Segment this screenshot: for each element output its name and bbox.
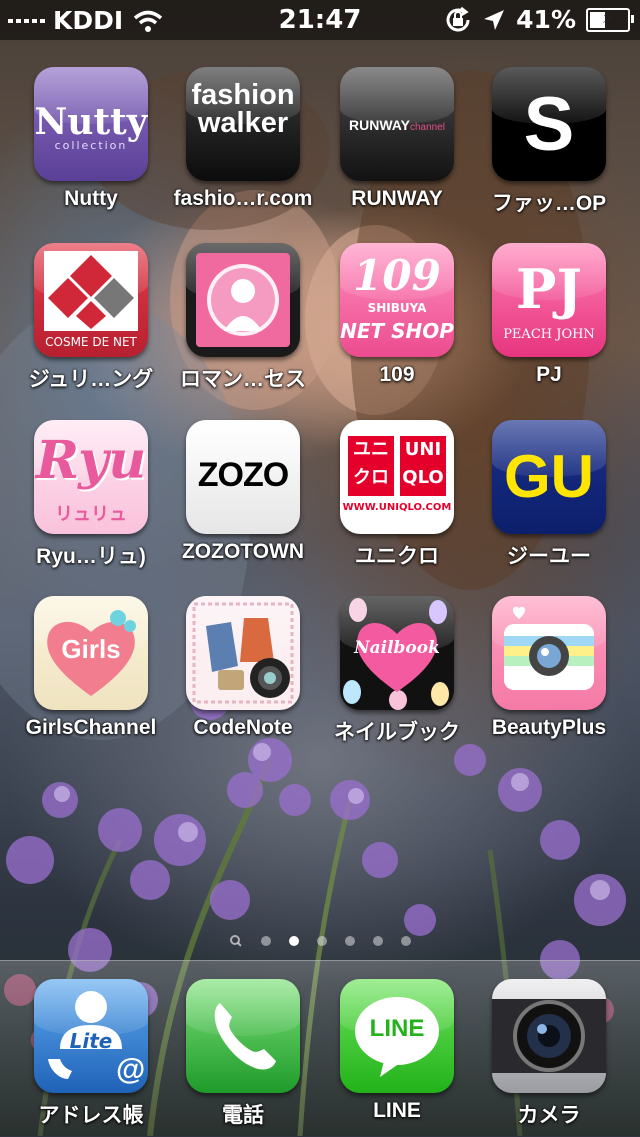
diamond-logo-icon bbox=[48, 255, 134, 329]
app-romance-princess[interactable]: ロマン…セス bbox=[167, 243, 319, 393]
app-label: Nutty bbox=[64, 187, 118, 210]
girlschannel-app-icon: Girls bbox=[34, 596, 148, 710]
app-label: ユニクロ bbox=[355, 545, 439, 568]
app-label: ファッ…OP bbox=[491, 192, 607, 215]
app-label: ジーユー bbox=[507, 545, 591, 568]
app-fashion-shop[interactable]: S ファッ…OP bbox=[473, 67, 625, 217]
outfit-camera-icon bbox=[192, 602, 294, 704]
peach-john-app-icon: PJ PEACH JOHN bbox=[492, 243, 606, 357]
codenote-app-icon bbox=[186, 596, 300, 710]
app-label: ロマン…セス bbox=[180, 368, 306, 391]
ryuryu-app-icon: Ryu リュリュ bbox=[34, 420, 148, 534]
battery-icon: ⚡ bbox=[586, 6, 634, 32]
gu-app-icon: GU bbox=[492, 420, 606, 534]
app-cosme-de-net[interactable]: COSME DE NET ジュリ…ング bbox=[15, 243, 167, 393]
camera-lens-icon bbox=[492, 999, 606, 1073]
phone-app-icon bbox=[186, 979, 300, 1093]
page-indicator[interactable] bbox=[0, 934, 640, 950]
spotlight-search-icon[interactable] bbox=[229, 934, 243, 948]
shibuya109-app-icon: 109 SHIBUYA NET SHOP bbox=[340, 243, 454, 357]
camera-app-icon bbox=[492, 979, 606, 1093]
dock-app-address-book[interactable]: @ Lite アドレス帳 bbox=[15, 979, 167, 1129]
page-dot[interactable] bbox=[261, 936, 271, 946]
app-label: LINE bbox=[373, 1099, 421, 1122]
beautyplus-app-icon bbox=[492, 596, 606, 710]
romance-princess-app-icon bbox=[186, 243, 300, 357]
app-peach-john[interactable]: PJ PEACH JOHN PJ bbox=[473, 243, 625, 387]
app-label: 電話 bbox=[222, 1104, 264, 1127]
app-gu[interactable]: GU ジーユー bbox=[473, 420, 625, 570]
dock-app-phone[interactable]: 電話 bbox=[167, 979, 319, 1129]
app-ryuryu[interactable]: Ryu リュリュ Ryu…リュ) bbox=[15, 420, 167, 570]
app-fashionwalker[interactable]: fashion walker fashio…r.com bbox=[167, 67, 319, 211]
rotation-lock-icon bbox=[446, 6, 470, 31]
app-zozotown[interactable]: ZOZO ZOZOTOWN bbox=[167, 420, 319, 564]
app-label: ネイルブック bbox=[334, 721, 460, 744]
app-codenote[interactable]: CodeNote bbox=[167, 596, 319, 740]
nutty-app-icon: Nutty collection bbox=[34, 67, 148, 181]
app-label: ジュリ…ング bbox=[28, 368, 154, 391]
app-label: CodeNote bbox=[193, 716, 293, 739]
svg-text:@: @ bbox=[116, 1053, 145, 1086]
app-label: fashio…r.com bbox=[173, 187, 313, 210]
page-dot-active[interactable] bbox=[289, 936, 299, 946]
app-label: 109 bbox=[379, 363, 415, 386]
dock-app-camera[interactable]: カメラ bbox=[473, 979, 625, 1129]
app-nutty[interactable]: Nutty collection Nutty bbox=[15, 67, 167, 211]
cosme-de-net-app-icon: COSME DE NET bbox=[34, 243, 148, 357]
princess-silhouette-icon bbox=[207, 264, 279, 336]
charging-bolt-icon: ⚡ bbox=[601, 6, 615, 28]
shop-s-app-icon: S bbox=[492, 67, 606, 181]
status-right: 41% ⚡ bbox=[444, 5, 634, 34]
app-label: PJ bbox=[536, 363, 562, 386]
app-label: RUNWAY bbox=[351, 187, 443, 210]
page-dot[interactable] bbox=[373, 936, 383, 946]
address-book-app-icon: @ Lite bbox=[34, 979, 148, 1093]
app-label: GirlsChannel bbox=[25, 716, 157, 739]
app-nailbook[interactable]: Nailbook ネイルブック bbox=[321, 596, 473, 746]
uniqlo-app-icon: ユニ クロ UNI QLO WWW.UNIQLO.COM bbox=[340, 420, 454, 534]
status-bar: KDDI 21:47 41% ⚡ bbox=[0, 0, 640, 40]
nailbook-app-icon: Nailbook bbox=[340, 596, 454, 710]
app-label: アドレス帳 bbox=[38, 1104, 144, 1127]
runway-app-icon: RUNWAYchannel bbox=[340, 67, 454, 181]
app-runway[interactable]: RUNWAYchannel RUNWAY bbox=[321, 67, 473, 211]
app-girlschannel[interactable]: Girls GirlsChannel bbox=[15, 596, 167, 740]
fashionwalker-app-icon: fashion walker bbox=[186, 67, 300, 181]
page-dot[interactable] bbox=[317, 936, 327, 946]
location-arrow-icon bbox=[484, 9, 505, 30]
app-beautyplus[interactable]: BeautyPlus bbox=[473, 596, 625, 740]
page-dot[interactable] bbox=[401, 936, 411, 946]
app-label: ZOZOTOWN bbox=[181, 540, 305, 563]
app-label: BeautyPlus bbox=[491, 716, 607, 739]
app-label: Ryu…リュ) bbox=[36, 545, 146, 568]
phone-handset-icon bbox=[214, 1003, 276, 1070]
app-uniqlo[interactable]: ユニ クロ UNI QLO WWW.UNIQLO.COM ユニクロ bbox=[321, 420, 473, 570]
dock-app-line[interactable]: LINE LINE bbox=[321, 979, 473, 1123]
page-dot[interactable] bbox=[345, 936, 355, 946]
app-label: カメラ bbox=[517, 1104, 581, 1127]
line-app-icon: LINE bbox=[340, 979, 454, 1093]
zozotown-app-icon: ZOZO bbox=[186, 420, 300, 534]
camera-heart-icon bbox=[504, 606, 594, 690]
battery-percent: 41% bbox=[516, 5, 576, 34]
app-109[interactable]: 109 SHIBUYA NET SHOP 109 bbox=[321, 243, 473, 387]
